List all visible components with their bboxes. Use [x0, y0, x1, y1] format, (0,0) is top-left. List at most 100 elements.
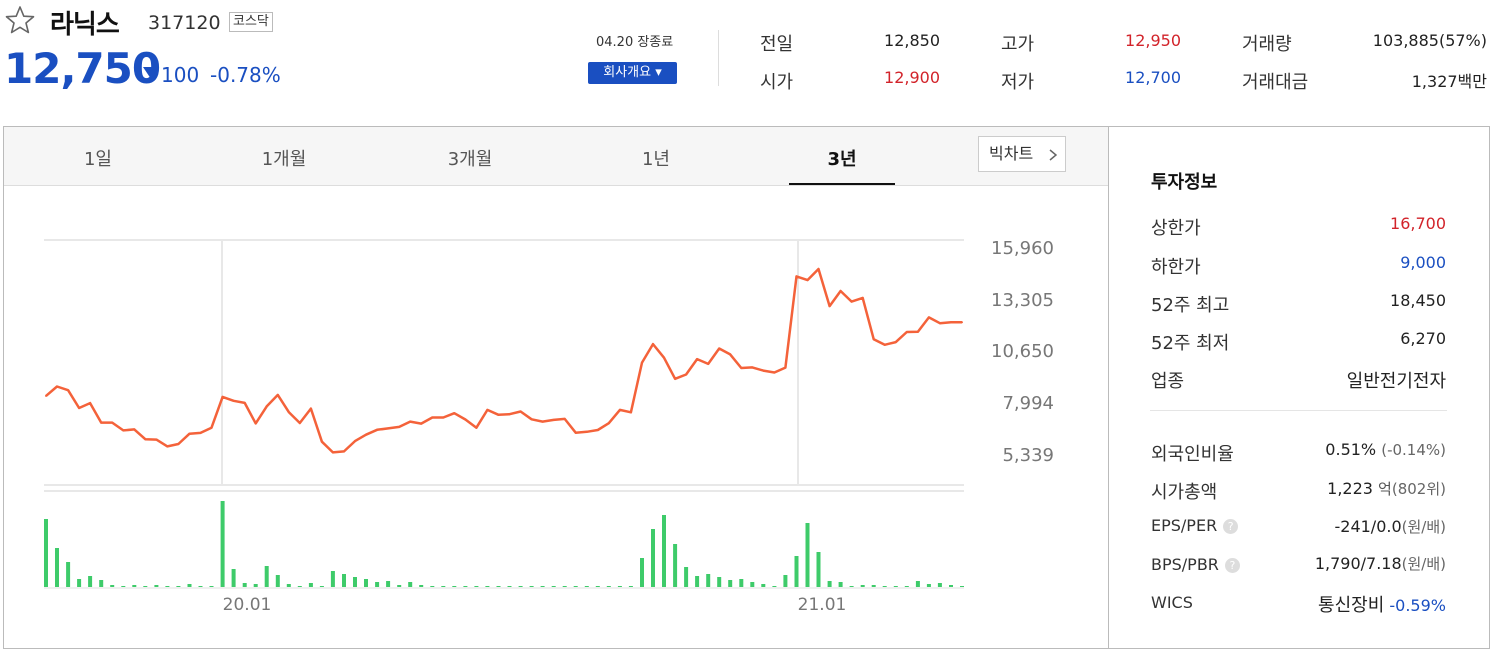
price-point: [751, 366, 754, 369]
volume-bar: [452, 586, 457, 587]
volume-bar: [308, 583, 313, 587]
price-point: [376, 428, 379, 431]
volume-bar: [960, 586, 964, 587]
volume-bar: [882, 586, 887, 587]
price-point: [574, 431, 577, 434]
help-question-icon[interactable]: ?: [1224, 558, 1240, 573]
low-52w-value: 6,270: [1400, 329, 1446, 348]
help-question-icon[interactable]: ?: [1223, 519, 1239, 534]
price-point: [343, 450, 345, 453]
price-point: [652, 343, 654, 346]
volume-bar: [264, 566, 269, 587]
volume-bar: [783, 575, 788, 587]
volume-bar: [330, 571, 335, 587]
volume-bar: [640, 558, 644, 587]
volume-bar: [154, 585, 159, 587]
price-point: [872, 338, 875, 341]
y-tick-label: 15,960: [991, 238, 1054, 259]
prev-close-value: 12,850: [884, 31, 940, 50]
price-point: [177, 443, 180, 445]
volume-bar: [55, 548, 59, 587]
price-point: [916, 330, 919, 333]
price-point: [927, 316, 930, 319]
price-point: [354, 440, 356, 443]
big-chart-button[interactable]: 빅차트: [978, 136, 1066, 172]
low-value: 12,700: [1125, 68, 1181, 87]
market-cap-group: 1,223 억(802위): [1327, 478, 1446, 499]
volume-bar: [297, 586, 302, 587]
favorite-star-icon[interactable]: [4, 4, 36, 36]
market-status-date: 04.20 장종료: [596, 35, 674, 50]
volume-bar: [750, 582, 755, 587]
volume-bar: [584, 586, 589, 587]
volume-bar: [110, 585, 115, 587]
foreign-ratio-value: 0.51%: [1325, 440, 1377, 459]
price-chart: 15,960 13,305 10,650 7,994 5,339 20.01 2…: [44, 238, 1054, 615]
price-point: [45, 394, 47, 397]
volume-bar: [485, 586, 490, 587]
volume-bar: [518, 586, 523, 587]
price-change-percent: -0.78%: [210, 63, 281, 87]
price-change: 100: [161, 63, 200, 87]
market-cap-rank: (802위): [1391, 480, 1446, 498]
eps-per-label-group: EPS/PER?: [1151, 516, 1239, 535]
tab-1year[interactable]: 1년: [596, 145, 716, 171]
volume-bar: [242, 583, 247, 587]
price-point: [641, 361, 643, 364]
volume-bar: [628, 586, 633, 587]
volume-bar: [77, 579, 82, 587]
upper-limit-label: 상한가: [1151, 218, 1201, 239]
volume-bar: [474, 586, 479, 587]
volume-bar: [286, 584, 291, 587]
chevron-right-icon: [1049, 149, 1057, 161]
price-point: [122, 429, 125, 432]
volume-bar: [728, 580, 733, 587]
period-tabs: [4, 127, 1108, 186]
stock-code: 317120: [148, 12, 221, 34]
price-point: [795, 275, 798, 278]
lower-limit-value: 9,000: [1400, 253, 1446, 272]
open-label: 시가: [760, 72, 794, 93]
price-point: [740, 367, 743, 369]
tab-3year[interactable]: 3년: [782, 145, 902, 171]
volume-bar: [937, 583, 942, 587]
wics-value[interactable]: 통신장비: [1318, 595, 1384, 616]
volume-bar: [275, 575, 280, 587]
volume-bar: [507, 586, 512, 587]
price-point: [420, 422, 423, 425]
eps-per-label: EPS/PER: [1151, 516, 1218, 535]
price-point: [166, 445, 169, 448]
price-point: [199, 431, 202, 434]
high-52w-label: 52주 최고: [1151, 295, 1230, 316]
bps-pbr-group: 1,790/7.18(원/배): [1315, 553, 1446, 574]
price-point: [563, 417, 566, 420]
price-point: [486, 408, 489, 411]
volume-bar: [187, 584, 192, 587]
price-point: [298, 422, 301, 424]
volume-bar: [717, 577, 722, 587]
volume-bar: [739, 579, 744, 587]
x-tick-label: 20.01: [223, 595, 272, 615]
price-point: [442, 416, 445, 419]
tab-1month[interactable]: 1개월: [224, 145, 344, 171]
sector-label: 업종: [1151, 371, 1185, 392]
price-point: [100, 421, 103, 424]
volume-bar: [220, 501, 225, 587]
price-point: [817, 268, 820, 270]
sector-value[interactable]: 일반전기전자: [1347, 367, 1446, 393]
volume-bar: [198, 586, 203, 587]
tab-1day[interactable]: 1일: [38, 145, 158, 171]
bps-pbr-value: 1,790/7.18: [1314, 554, 1402, 573]
volume-bar: [231, 569, 236, 587]
price-point: [309, 407, 312, 410]
info-divider: [1150, 410, 1447, 411]
volume-bar: [805, 523, 810, 587]
bps-pbr-label: BPS/PBR: [1151, 555, 1219, 574]
volume-bar: [772, 586, 777, 587]
volume-bar: [176, 586, 181, 587]
tab-3month[interactable]: 3개월: [410, 145, 530, 171]
price-point: [243, 401, 246, 404]
company-overview-button[interactable]: 회사개요 ▾: [588, 62, 677, 84]
market-cap-unit: 억: [1378, 480, 1392, 498]
wics-group: 통신장비 -0.59%: [1318, 591, 1446, 617]
